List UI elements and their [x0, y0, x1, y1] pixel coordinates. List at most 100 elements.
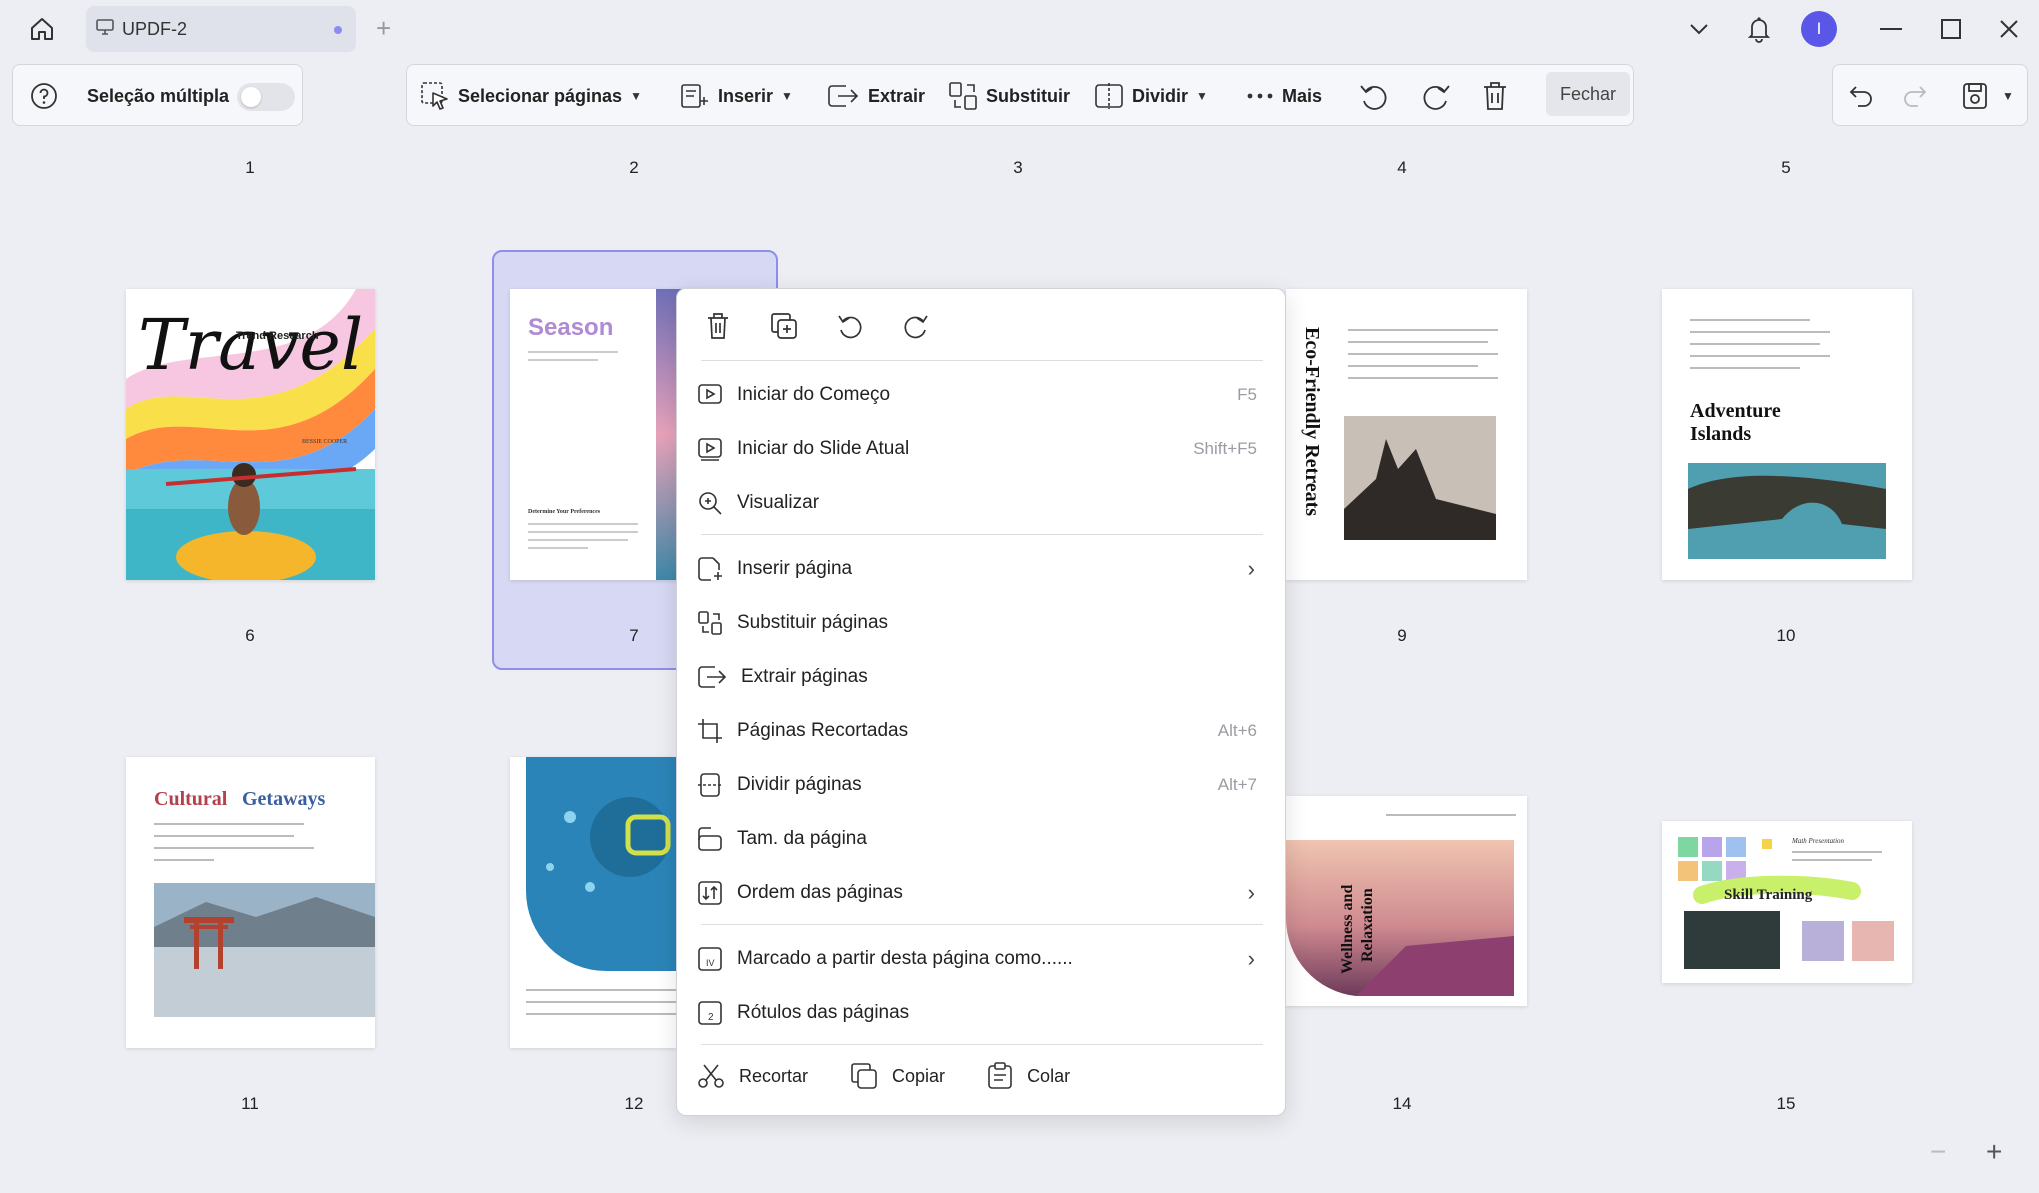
- menu-item-replace-pages[interactable]: Substituir páginas: [697, 599, 1267, 647]
- menu-item-extract-pages[interactable]: Extrair páginas: [697, 653, 1267, 701]
- page-number: 10: [1776, 626, 1796, 645]
- menu-item-start-beginning[interactable]: Iniciar do Começo F5: [697, 371, 1267, 419]
- svg-text:2: 2: [708, 1012, 714, 1023]
- menu-item-preview[interactable]: Visualizar: [697, 479, 1267, 527]
- cursor-select-icon: [421, 82, 448, 110]
- insert-button[interactable]: Inserir ▼: [680, 76, 793, 116]
- paste-icon: [988, 1062, 1012, 1089]
- split-label: Dividir: [1132, 85, 1189, 106]
- redo-icon[interactable]: [1902, 76, 1936, 116]
- rotate-right-icon[interactable]: [1420, 76, 1460, 116]
- more-icon: [1247, 93, 1273, 99]
- context-menu-quick-actions: [697, 305, 937, 355]
- menu-item-split-pages[interactable]: Dividir páginas Alt+7: [697, 761, 1267, 809]
- replace-button[interactable]: Substituir: [948, 76, 1070, 116]
- extract-button[interactable]: Extrair: [826, 76, 925, 116]
- page-number: 6: [245, 626, 255, 645]
- p10-title-2: Islands: [1690, 423, 1751, 445]
- page-thumbnail-15[interactable]: Math Presentation Skill Training: [1662, 821, 1912, 983]
- menu-item-page-order[interactable]: Ordem das páginas ›: [697, 869, 1267, 917]
- page-number: 11: [241, 1094, 259, 1113]
- extract-icon: [698, 666, 727, 688]
- maximize-icon[interactable]: [1936, 10, 1966, 48]
- duplicate-icon[interactable]: [763, 305, 805, 347]
- menu-item-label: Tam. da página: [737, 828, 867, 849]
- close-button[interactable]: Fechar: [1546, 72, 1630, 116]
- undo-icon[interactable]: [1848, 76, 1882, 116]
- page-thumbnail-9[interactable]: Eco-Friendly Retreats: [1286, 289, 1527, 580]
- menu-item-crop-pages[interactable]: Páginas Recortadas Alt+6: [697, 707, 1267, 755]
- chevron-right-icon: ›: [1247, 556, 1255, 581]
- copy-label: Copiar: [892, 1065, 946, 1086]
- save-icon[interactable]: ▼: [1962, 76, 2014, 116]
- menu-item-page-size[interactable]: Tam. da página: [697, 815, 1267, 863]
- toggle-knob: [241, 87, 261, 107]
- rotate-right-icon[interactable]: [895, 305, 937, 347]
- unsaved-dot: [334, 26, 342, 34]
- select-pages-label: Selecionar páginas: [458, 85, 623, 106]
- copy-button[interactable]: Copiar: [850, 1062, 945, 1090]
- menu-shortcut: Alt+6: [1217, 721, 1257, 740]
- home-icon[interactable]: [26, 14, 58, 44]
- rotate-left-icon[interactable]: [1358, 76, 1398, 116]
- menu-item-label: Rótulos das páginas: [737, 1002, 910, 1023]
- page-thumbnail-10[interactable]: Adventure Islands: [1662, 289, 1912, 580]
- menu-item-label: Visualizar: [737, 492, 820, 513]
- page-thumbnail-11[interactable]: Cultural Getaways: [126, 757, 375, 1048]
- menu-item-page-labels[interactable]: 2 Rótulos das páginas: [697, 989, 1267, 1037]
- rotate-left-icon[interactable]: [829, 305, 871, 347]
- help-icon[interactable]: [30, 76, 66, 116]
- menu-shortcut: Shift+F5: [1193, 439, 1257, 458]
- chevron-down-icon[interactable]: [1684, 10, 1714, 48]
- minimize-icon[interactable]: [1876, 10, 1906, 48]
- p10-title-1: Adventure: [1690, 400, 1781, 422]
- menu-divider: [701, 1044, 1263, 1045]
- document-tab[interactable]: UPDF-2: [86, 6, 356, 52]
- zoom-out-button[interactable]: −: [1930, 1136, 1946, 1168]
- menu-item-label: Iniciar do Slide Atual: [737, 438, 910, 459]
- page-number: 5: [1781, 158, 1791, 177]
- select-pages-button[interactable]: Selecionar páginas ▼: [420, 76, 642, 116]
- menu-item-mark-from-page[interactable]: IV Marcado a partir desta página como...…: [697, 935, 1267, 983]
- page-number: 15: [1776, 1094, 1796, 1113]
- p15-title: Skill Training: [1724, 887, 1813, 903]
- p9-title: Eco-Friendly Retreats: [1301, 327, 1323, 516]
- close-icon[interactable]: [1994, 10, 2024, 48]
- multi-select-label: Seleção múltipla: [87, 85, 230, 106]
- menu-item-label: Extrair páginas: [741, 666, 868, 687]
- paste-button[interactable]: Colar: [987, 1062, 1070, 1090]
- split-button[interactable]: Dividir ▼: [1094, 76, 1208, 116]
- play-icon: [698, 384, 722, 404]
- slideshow-icon: [698, 438, 722, 461]
- p6-subtitle: Trend Research: [236, 330, 319, 342]
- page-thumbnail-14[interactable]: Wellness and Relaxation: [1286, 796, 1527, 1006]
- page-thumbnail-6[interactable]: Travel Trend Research BESSIE COOPER: [126, 289, 375, 580]
- avatar[interactable]: I: [1801, 11, 1837, 47]
- page-order-icon: [698, 881, 722, 905]
- page-size-icon: [698, 827, 722, 851]
- zoom-in-button[interactable]: +: [1986, 1136, 2002, 1168]
- p11-title-a: Cultural: [154, 788, 228, 810]
- multi-select-toggle[interactable]: [237, 83, 295, 111]
- page-thumbnail-12[interactable]: [510, 757, 676, 1048]
- replace-label: Substituir: [986, 85, 1070, 106]
- trash-icon[interactable]: [1482, 76, 1516, 116]
- menu-shortcut: Alt+7: [1217, 775, 1257, 794]
- split-icon: [1095, 83, 1123, 109]
- cut-label: Recortar: [739, 1065, 809, 1086]
- extract-label: Extrair: [868, 85, 926, 106]
- insert-icon: [681, 84, 708, 108]
- chevron-right-icon: ›: [1247, 946, 1255, 971]
- menu-item-start-current[interactable]: Iniciar do Slide Atual Shift+F5: [697, 425, 1267, 473]
- page-label-icon: 2: [698, 1001, 722, 1025]
- plus-icon[interactable]: +: [376, 14, 391, 42]
- menu-item-label: Marcado a partir desta página como......: [737, 948, 1073, 969]
- bell-icon[interactable]: [1744, 10, 1774, 48]
- trash-icon[interactable]: [697, 305, 739, 347]
- clipboard-actions: Recortar Copiar Colar: [697, 1051, 1112, 1101]
- menu-item-insert-page[interactable]: Inserir página ›: [697, 545, 1267, 593]
- more-button[interactable]: Mais: [1246, 76, 1322, 116]
- menu-shortcut: F5: [1237, 385, 1257, 404]
- cut-button[interactable]: Recortar: [697, 1063, 808, 1089]
- page-number: 4: [1397, 158, 1407, 177]
